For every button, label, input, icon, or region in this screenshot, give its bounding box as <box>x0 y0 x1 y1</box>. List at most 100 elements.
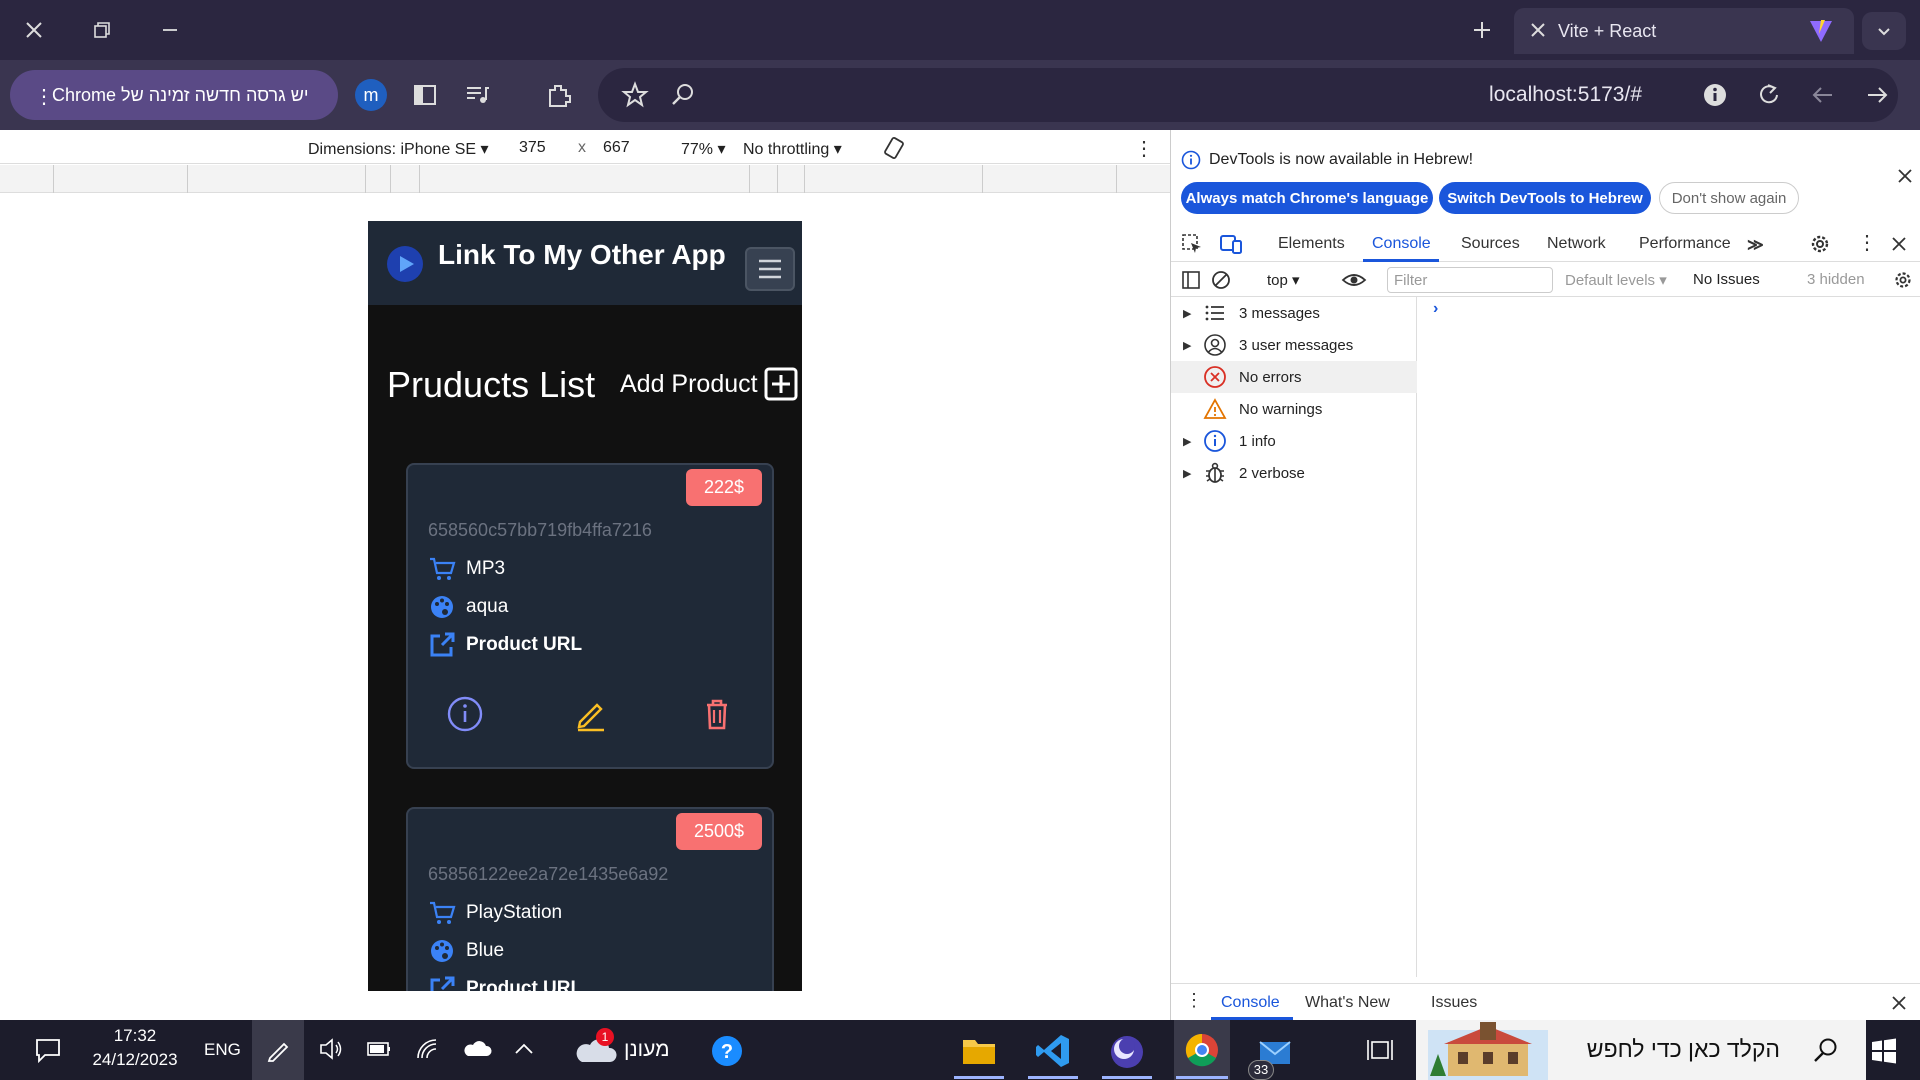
vscode-icon[interactable] <box>1026 1028 1080 1080</box>
device-toggle-icon[interactable] <box>1219 233 1243 255</box>
settings-gear-icon[interactable] <box>1809 233 1831 255</box>
dont-show-again-button[interactable]: Don't show again <box>1659 182 1799 214</box>
tab-close-icon[interactable] <box>1526 18 1550 42</box>
devtools-close-icon[interactable] <box>1891 236 1907 252</box>
product-url-label: Product URL <box>466 978 583 991</box>
tab-search-icon[interactable] <box>1862 12 1906 50</box>
update-chip-label: יש גרסה חדשה זמינה של Chrome <box>52 84 309 105</box>
live-expression-eye-icon[interactable] <box>1341 270 1367 290</box>
rotate-icon[interactable] <box>882 136 906 160</box>
context-label: top <box>1267 272 1288 289</box>
drawer-close-icon[interactable] <box>1891 995 1907 1011</box>
price-badge: 222$ <box>685 469 762 506</box>
update-chrome-button[interactable]: ⋮ יש גרסה חדשה זמינה של Chrome <box>10 70 338 120</box>
window-restore-icon[interactable] <box>84 12 120 48</box>
delete-button[interactable] <box>698 695 736 733</box>
show-hidden-icons[interactable] <box>512 1038 536 1060</box>
sidebar-item-errors[interactable]: No errors <box>1171 361 1417 393</box>
app-orb-icon[interactable] <box>1100 1028 1154 1080</box>
sidebar-item-user-messages[interactable]: ▶ 3 user messages <box>1171 329 1417 361</box>
browser-tab[interactable]: Vite + React <box>1514 8 1854 54</box>
banner-close-icon[interactable] <box>1897 168 1913 184</box>
wifi-icon[interactable] <box>414 1036 440 1062</box>
zoom-search-icon[interactable] <box>668 80 698 110</box>
drawer-tab-whats-new[interactable]: What's New <box>1305 994 1390 1012</box>
window-minimize-icon[interactable] <box>152 12 188 48</box>
tab-network[interactable]: Network <box>1547 235 1606 253</box>
console-settings-icon[interactable] <box>1893 270 1913 290</box>
help-app-icon[interactable]: ? <box>710 1034 744 1068</box>
edit-button[interactable] <box>572 695 610 733</box>
mail-icon[interactable]: 33 <box>1248 1028 1302 1080</box>
throttling-select[interactable]: No throttling ▾ <box>743 139 842 159</box>
devtools-menu-icon[interactable]: ⋮ <box>1857 230 1877 255</box>
drawer-menu-icon[interactable]: ⋮ <box>1185 990 1203 1011</box>
address-bar[interactable]: localhost:5173/# <box>598 68 1898 122</box>
sidebar-toggle-icon[interactable] <box>1181 270 1201 290</box>
sidebar-item-messages[interactable]: ▶ 3 messages <box>1171 297 1417 329</box>
tab-elements[interactable]: Elements <box>1278 235 1345 253</box>
more-tabs-icon[interactable]: ≫ <box>1747 235 1764 255</box>
notifications-icon[interactable] <box>34 1036 62 1064</box>
info-button[interactable] <box>446 695 484 733</box>
back-icon[interactable] <box>1862 80 1892 110</box>
issues-counter[interactable]: No Issues <box>1693 271 1760 288</box>
onedrive-icon[interactable] <box>462 1038 492 1060</box>
devtools-language-banner: DevTools is now available in Hebrew! <box>1181 150 1473 170</box>
task-view-icon[interactable] <box>1366 1036 1394 1064</box>
app-logo-icon[interactable] <box>386 245 424 283</box>
drawer-tab-console[interactable]: Console <box>1221 994 1280 1012</box>
product-url-link[interactable]: Product URL <box>428 975 582 991</box>
error-icon <box>1204 366 1226 388</box>
site-info-icon[interactable] <box>1700 80 1730 110</box>
device-more-icon[interactable]: ⋮ <box>1134 136 1154 161</box>
pen-icon[interactable] <box>252 1020 304 1080</box>
context-select[interactable]: top ▾ <box>1267 271 1300 289</box>
chrome-icon[interactable] <box>1174 1020 1230 1080</box>
profile-avatar[interactable]: m <box>355 79 387 111</box>
media-controls-icon[interactable] <box>462 80 492 110</box>
product-url-link[interactable]: Product URL <box>428 631 582 659</box>
switch-devtools-language-button[interactable]: Switch DevTools to Hebrew <box>1439 182 1651 214</box>
clock[interactable]: 17:32 24/12/2023 <box>90 1026 180 1070</box>
forward-icon[interactable] <box>1808 80 1838 110</box>
clear-console-icon[interactable] <box>1211 270 1231 290</box>
weather-widget[interactable]: 1 <box>574 1028 618 1068</box>
bookmark-star-icon[interactable] <box>620 80 650 110</box>
device-width-input[interactable]: 375 <box>519 139 546 157</box>
inspect-element-icon[interactable] <box>1181 233 1203 255</box>
sidebar-item-info[interactable]: ▶ 1 info <box>1171 425 1417 457</box>
taskbar-search-box[interactable]: הקלד כאן כדי לחפש <box>1416 1020 1866 1080</box>
pencil-icon <box>577 703 604 732</box>
log-levels-select[interactable]: Default levels ▾ <box>1565 271 1667 289</box>
reload-icon[interactable] <box>1754 80 1784 110</box>
battery-icon[interactable] <box>366 1038 392 1060</box>
console-prompt-icon[interactable]: › <box>1433 300 1438 318</box>
drawer-tab-issues[interactable]: Issues <box>1431 994 1477 1012</box>
throttling-label: No throttling <box>743 141 830 158</box>
always-match-language-button[interactable]: Always match Chrome's language <box>1181 182 1433 214</box>
device-height-input[interactable]: 667 <box>603 139 630 157</box>
hamburger-menu-button[interactable] <box>745 247 795 291</box>
add-product-button[interactable]: Add Product <box>620 367 798 401</box>
language-indicator[interactable]: ENG <box>204 1040 241 1060</box>
tab-performance[interactable]: Performance <box>1639 235 1731 253</box>
tab-console[interactable]: Console <box>1372 235 1431 253</box>
tab-sources[interactable]: Sources <box>1461 235 1520 253</box>
extensions-icon[interactable] <box>544 80 574 110</box>
volume-icon[interactable] <box>318 1036 344 1062</box>
device-dimensions-select[interactable]: Dimensions: iPhone SE ▾ <box>308 139 489 159</box>
app-title[interactable]: Link To My Other App <box>438 239 726 271</box>
devtools-drawer: ⋮ Console What's New Issues <box>1171 983 1920 1020</box>
sidebar-item-warnings[interactable]: No warnings <box>1171 393 1417 425</box>
sidebar-item-label: No errors <box>1239 368 1302 386</box>
file-explorer-icon[interactable] <box>952 1028 1006 1080</box>
windows-start-icon[interactable] <box>1870 1037 1898 1065</box>
window-close-icon[interactable] <box>16 12 52 48</box>
console-filter-input[interactable]: Filter <box>1387 267 1553 293</box>
add-product-label: Add Product <box>620 369 758 398</box>
zoom-select[interactable]: 77% ▾ <box>681 139 726 159</box>
sidebar-item-verbose[interactable]: ▶ 2 verbose <box>1171 457 1417 489</box>
new-tab-icon[interactable] <box>1464 12 1500 48</box>
side-panel-icon[interactable] <box>410 80 440 110</box>
